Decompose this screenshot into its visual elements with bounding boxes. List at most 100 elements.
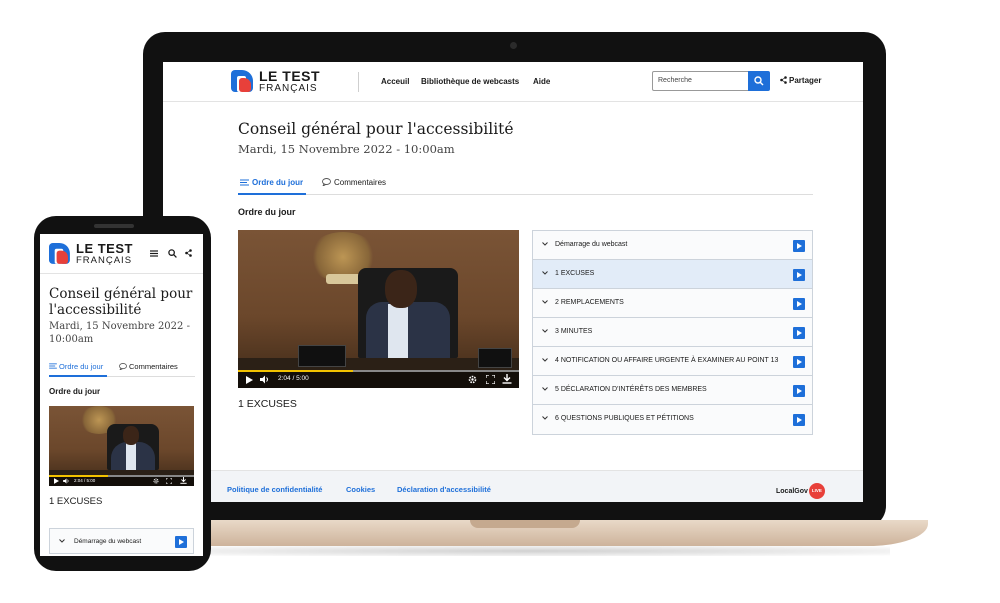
play-icon[interactable] [793, 356, 805, 368]
agenda-item[interactable]: 4 NOTIFICATION OU AFFAIRE URGENTE À EXAM… [533, 347, 812, 376]
share-icon [780, 76, 787, 84]
nav-home[interactable]: Acceuil [381, 77, 409, 86]
laptop-shadow [170, 546, 890, 556]
nav-webcast-library[interactable]: Bibliothèque de webcasts [421, 77, 519, 86]
play-icon[interactable] [54, 478, 59, 484]
comment-icon [321, 178, 331, 188]
tab-agenda[interactable]: Ordre du jour [49, 362, 103, 371]
search-icon[interactable] [168, 249, 177, 258]
mobile-page-title: Conseil général pour l'accessibilité [49, 286, 193, 318]
list-icon [49, 363, 57, 369]
logo-line1[interactable]: LE TEST [76, 242, 133, 255]
comment-icon [119, 363, 127, 371]
mobile-video-player[interactable]: 2:04 / 5:00 [49, 406, 194, 486]
volume-icon[interactable] [63, 478, 70, 484]
site-footer: Politique de confidentialité Cookies Déc… [163, 470, 863, 502]
fullscreen-icon[interactable] [166, 478, 172, 484]
agenda-item-label: 4 NOTIFICATION OU AFFAIRE URGENTE À EXAM… [555, 357, 779, 364]
download-icon[interactable] [180, 477, 187, 484]
tab-active-indicator [49, 375, 107, 377]
agenda-item-label: 3 MINUTES [555, 328, 593, 335]
list-icon [240, 179, 249, 186]
search-icon [754, 76, 764, 86]
agenda-item[interactable]: Démarrage du webcast [533, 231, 812, 260]
video-player[interactable]: 2:04 / 5:00 [238, 230, 519, 388]
agenda-item[interactable]: 5 DÉCLARATION D'INTÉRÊTS DES MEMBRES [533, 376, 812, 405]
logo-line2[interactable]: FRANÇAIS [259, 84, 318, 94]
desk-monitor [298, 345, 346, 367]
download-icon[interactable] [502, 374, 512, 384]
agenda-list: Démarrage du webcast 1 EXCUSES 2 REMPLAC… [532, 230, 813, 435]
settings-icon[interactable] [153, 478, 159, 484]
agenda-item-label: 6 QUESTIONS PUBLIQUES ET PÉTITIONS [555, 415, 694, 422]
mobile-section-heading: Ordre du jour [49, 387, 101, 396]
logo-line1[interactable]: LE TEST [259, 69, 320, 83]
agenda-item-label: 5 DÉCLARATION D'INTÉRÊTS DES MEMBRES [555, 386, 707, 393]
chevron-down-icon [542, 242, 548, 246]
phone-speaker [94, 224, 134, 228]
share-button[interactable]: Partager [780, 76, 821, 85]
video-progress-fill [238, 370, 354, 372]
tab-comments-label: Commentaires [129, 362, 178, 371]
footer-cookies-link[interactable]: Cookies [346, 485, 375, 494]
video-progress-bar[interactable] [238, 370, 519, 372]
logo-mark-icon[interactable] [231, 70, 253, 92]
laptop-camera [510, 42, 517, 49]
chevron-down-icon [542, 416, 548, 420]
chevron-down-icon [542, 387, 548, 391]
play-icon[interactable] [793, 385, 805, 397]
mobile-header: LE TEST FRANÇAIS [40, 234, 203, 274]
chevron-down-icon [542, 329, 548, 333]
speaker-head [123, 426, 139, 445]
menu-icon[interactable] [150, 250, 158, 257]
volume-icon[interactable] [260, 375, 270, 384]
localgov-logo[interactable]: LocalGov LIVE [776, 483, 825, 499]
share-icon[interactable] [185, 249, 192, 257]
current-agenda-item: 1 EXCUSES [238, 398, 297, 410]
agenda-item[interactable]: 3 MINUTES [533, 318, 812, 347]
tab-agenda[interactable]: Ordre du jour [240, 178, 303, 187]
search-button[interactable] [748, 71, 770, 91]
play-icon[interactable] [793, 327, 805, 339]
video-controls: 2:04 / 5:00 [238, 370, 519, 388]
laptop-screen: LE TEST FRANÇAIS Acceuil Bibliothèque de… [163, 62, 863, 502]
video-progress-bar[interactable] [49, 475, 194, 477]
play-icon[interactable] [246, 376, 253, 384]
play-icon[interactable] [793, 269, 805, 281]
logo-mark-icon[interactable] [49, 243, 70, 264]
video-time: 2:04 / 5:00 [74, 478, 96, 483]
tab-comments[interactable]: Commentaires [119, 362, 178, 371]
agenda-item-label: Démarrage du webcast [74, 538, 142, 545]
site-header: LE TEST FRANÇAIS Acceuil Bibliothèque de… [163, 62, 863, 102]
nav-help[interactable]: Aide [533, 77, 550, 86]
laptop-notch [470, 520, 580, 528]
play-icon[interactable] [793, 240, 805, 252]
play-icon[interactable] [793, 298, 805, 310]
share-label: Partager [789, 76, 822, 85]
speaker-head [385, 270, 417, 308]
chevron-down-icon [542, 358, 548, 362]
logo-line2[interactable]: FRANÇAIS [76, 256, 132, 266]
tab-comments-label: Commentaires [334, 178, 387, 187]
speaker-shirt [126, 443, 136, 473]
page-title: Conseil général pour l'accessibilité [238, 120, 514, 138]
play-icon[interactable] [793, 414, 805, 426]
agenda-item-label: Démarrage du webcast [555, 241, 628, 248]
chevron-down-icon [542, 271, 548, 275]
settings-icon[interactable] [468, 375, 477, 384]
tab-comments[interactable]: Commentaires [321, 178, 387, 188]
mobile-meeting-date: Mardi, 15 Novembre 2022 - 10:00am [49, 321, 190, 345]
header-divider [358, 72, 359, 92]
desk-monitor [478, 348, 512, 368]
localgov-brand: LocalGov [776, 487, 808, 495]
footer-accessibility-link[interactable]: Déclaration d'accessibilité [397, 485, 491, 494]
play-icon[interactable] [175, 536, 187, 548]
search-input[interactable]: Recherche [652, 71, 750, 91]
fullscreen-icon[interactable] [486, 375, 495, 384]
footer-privacy-link[interactable]: Politique de confidentialité [227, 485, 322, 494]
agenda-item[interactable]: Démarrage du webcast [49, 528, 194, 554]
agenda-item[interactable]: 6 QUESTIONS PUBLIQUES ET PÉTITIONS [533, 405, 812, 434]
mobile-current-agenda-item: 1 EXCUSES [49, 496, 103, 507]
agenda-item[interactable]: 1 EXCUSES [533, 260, 812, 289]
agenda-item[interactable]: 2 REMPLACEMENTS [533, 289, 812, 318]
